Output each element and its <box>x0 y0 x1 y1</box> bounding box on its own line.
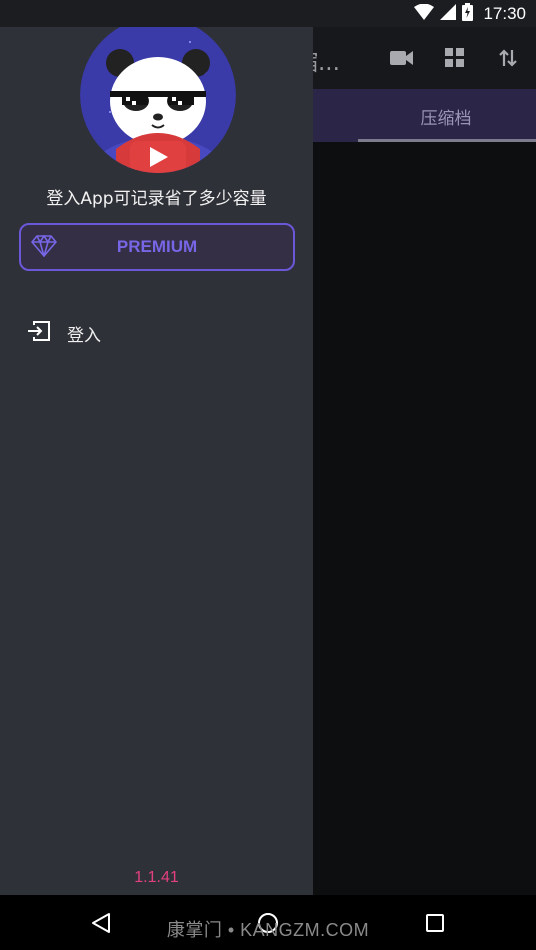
panda-logo <box>80 27 236 173</box>
tab-compressed[interactable]: 压缩档 <box>358 104 534 129</box>
menu-item-login[interactable]: 登入 <box>0 309 313 355</box>
premium-button[interactable]: PREMIUM <box>19 223 295 271</box>
login-prompt: 登入App可记录省了多少容量 <box>46 189 267 209</box>
cell-signal-icon <box>440 3 457 24</box>
login-label: 登入 <box>67 326 101 346</box>
watermark: 康掌门 • KANGZM.COM <box>166 920 370 940</box>
status-time: 17:30 <box>483 3 526 23</box>
navigation-drawer: 登入App可记录省了多少容量 PREMIUM 登入 1.1.41 <box>0 27 313 895</box>
version-label: 1.1.41 <box>134 869 179 886</box>
status-icons: 17:30 <box>414 0 526 27</box>
battery-charging-icon <box>462 2 474 25</box>
login-icon <box>27 320 51 346</box>
video-camera-icon[interactable] <box>389 45 415 71</box>
status-bar: 17:30 <box>0 0 536 27</box>
wifi-icon <box>414 3 435 24</box>
grid-view-icon[interactable] <box>442 45 468 71</box>
premium-label: PREMIUM <box>116 237 198 256</box>
sort-icon[interactable] <box>495 45 521 71</box>
navigation-bar: 康掌门 • KANGZM.COM <box>0 895 536 950</box>
